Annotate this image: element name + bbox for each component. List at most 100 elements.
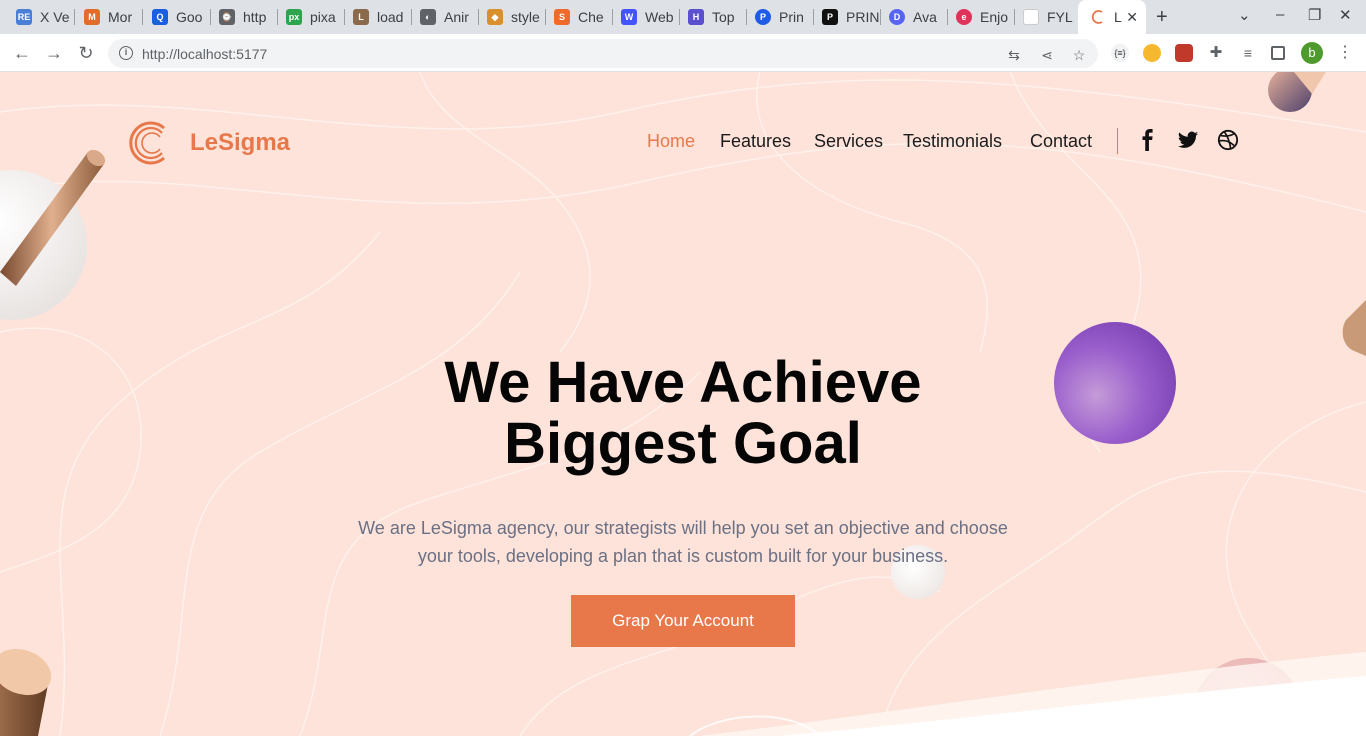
back-icon[interactable]: ← [12,43,32,63]
brand-logo[interactable]: LeSigma [126,120,290,166]
close-window-icon[interactable]: ✕ [1339,6,1352,24]
translate-icon[interactable]: ⇆ [1006,47,1022,63]
url-text[interactable]: http://localhost:5177 [142,46,267,62]
facebook-icon[interactable] [1137,129,1159,151]
profile-avatar[interactable]: b [1301,42,1323,64]
tab-favicon: Q [152,9,168,25]
browser-tab[interactable]: ◆ style [475,4,546,30]
tab-label: X Ve [40,9,70,25]
tab-label: Top [712,9,735,25]
brand-name: LeSigma [190,129,291,156]
browser-tab[interactable]: FYL [1011,4,1082,30]
tab-favicon: P [755,9,771,25]
nav-testimonials[interactable]: Testimonials [903,131,1002,152]
browser-tab[interactable]: M Mor [72,4,143,30]
side-panel-icon[interactable] [1271,46,1285,60]
tab-favicon: W [621,9,637,25]
browser-tab-active[interactable]: L ✕ [1078,0,1146,34]
browser-tab[interactable]: P PRIN [810,4,881,30]
nav-services[interactable]: Services [814,131,883,152]
tab-label: http [243,9,267,25]
tab-favicon: e [956,9,972,25]
tab-favicon [1023,9,1039,25]
tab-label: PRIN [846,9,880,25]
tab-label: Mor [108,9,133,25]
tab-label: Ava [913,9,937,25]
tab-label: Web [645,9,674,25]
browser-tab[interactable]: P Prin [743,4,814,30]
extension-red-icon[interactable] [1175,44,1193,62]
dribbble-icon[interactable] [1217,129,1239,151]
browser-tab[interactable]: e Enjo [944,4,1015,30]
new-tab-button[interactable]: + [1156,6,1168,29]
hero-title: We Have Achieve Biggest Goal [333,352,1033,474]
browser-tab[interactable]: L load [341,4,412,30]
tab-strip: RE X Ve M Mor Q Goo ⌚ http px pixa L loa… [0,0,1366,34]
tab-favicon: px [286,9,302,25]
tab-label: Che [578,9,604,25]
tab-label: L [1114,9,1122,25]
nav-features[interactable]: Features [720,131,791,152]
tab-favicon: S [554,9,570,25]
logo-icon [129,121,165,165]
hero-subtitle-line1: We are LeSigma agency, our strategists w… [358,518,1008,538]
hero-title-line2: Biggest Goal [504,411,862,476]
landing-page: LeSigma Home Features Services Testimoni… [0,72,1366,736]
tab-favicon [1091,10,1103,24]
tab-favicon: P [822,9,838,25]
tab-favicon: L [353,9,369,25]
tab-favicon: D [889,9,905,25]
bookmark-star-icon[interactable]: ☆ [1071,47,1087,63]
tan-cylinder-decoration [1342,300,1366,356]
nav-home[interactable]: Home [647,131,695,152]
tab-favicon: ⌚ [219,9,235,25]
menu-kebab-icon[interactable]: ⋮ [1336,44,1354,62]
tab-label: Goo [176,9,203,25]
browser-tab[interactable]: ◐ Anir [408,4,479,30]
tab-favicon: RE [16,9,32,25]
hero-subtitle-line2: your tools, developing a plan that is cu… [417,546,949,566]
browser-tab[interactable]: H Top [676,4,747,30]
browser-tab[interactable]: D Ava [877,4,948,30]
minimize-icon[interactable]: – [1276,6,1284,23]
browser-tab[interactable]: RE X Ve [4,4,75,30]
media-queue-icon[interactable]: ≡ [1239,44,1257,62]
tab-label: Anir [444,9,469,25]
tab-favicon: M [84,9,100,25]
browser-toolbar: ← → ↻ i http://localhost:5177 ⇆ ⋖ ☆ {≡} … [0,34,1366,72]
browser-tab[interactable]: px pixa [274,4,345,30]
hero-title-line1: We Have Achieve [444,350,922,415]
browser-tab[interactable]: W Web [609,4,680,30]
browser-tab[interactable]: Q Goo [140,4,211,30]
tab-label: Enjo [980,9,1009,25]
nav-divider [1117,128,1118,154]
site-info-icon[interactable]: i [119,46,133,60]
brown-rod-decoration [0,149,106,286]
maximize-icon[interactable]: ❐ [1308,6,1321,24]
address-bar[interactable]: i http://localhost:5177 ⇆ ⋖ ☆ [108,39,1098,68]
tab-label: Prin [779,9,804,25]
browser-tab[interactable]: S Che [542,4,613,30]
grab-account-button[interactable]: Grap Your Account [571,595,795,647]
nav-contact[interactable]: Contact [1030,131,1092,152]
tab-search-icon[interactable]: ⌄ [1238,6,1251,24]
tab-label: FYL [1047,9,1073,25]
tab-label: load [377,9,404,25]
extension-json-icon[interactable]: {≡} [1111,44,1129,62]
close-tab-icon[interactable]: ✕ [1126,9,1138,26]
tab-label: pixa [310,9,336,25]
twitter-icon[interactable] [1177,129,1199,151]
reload-icon[interactable]: ↻ [76,43,96,63]
extension-sun-icon[interactable] [1143,44,1161,62]
tab-favicon: ◐ [420,9,436,25]
browser-tab[interactable]: ⌚ http [207,4,278,30]
extensions-puzzle-icon[interactable]: ✚ [1207,44,1225,62]
hero-subtitle: We are LeSigma agency, our strategists w… [343,514,1023,570]
tab-favicon: ◆ [487,9,503,25]
tab-label: style [511,9,540,25]
forward-icon[interactable]: → [44,43,64,63]
tab-favicon: H [688,9,704,25]
share-icon[interactable]: ⋖ [1039,47,1055,63]
purple-sphere-decoration [1054,322,1176,444]
purple-cylinder-decoration [1268,72,1326,112]
